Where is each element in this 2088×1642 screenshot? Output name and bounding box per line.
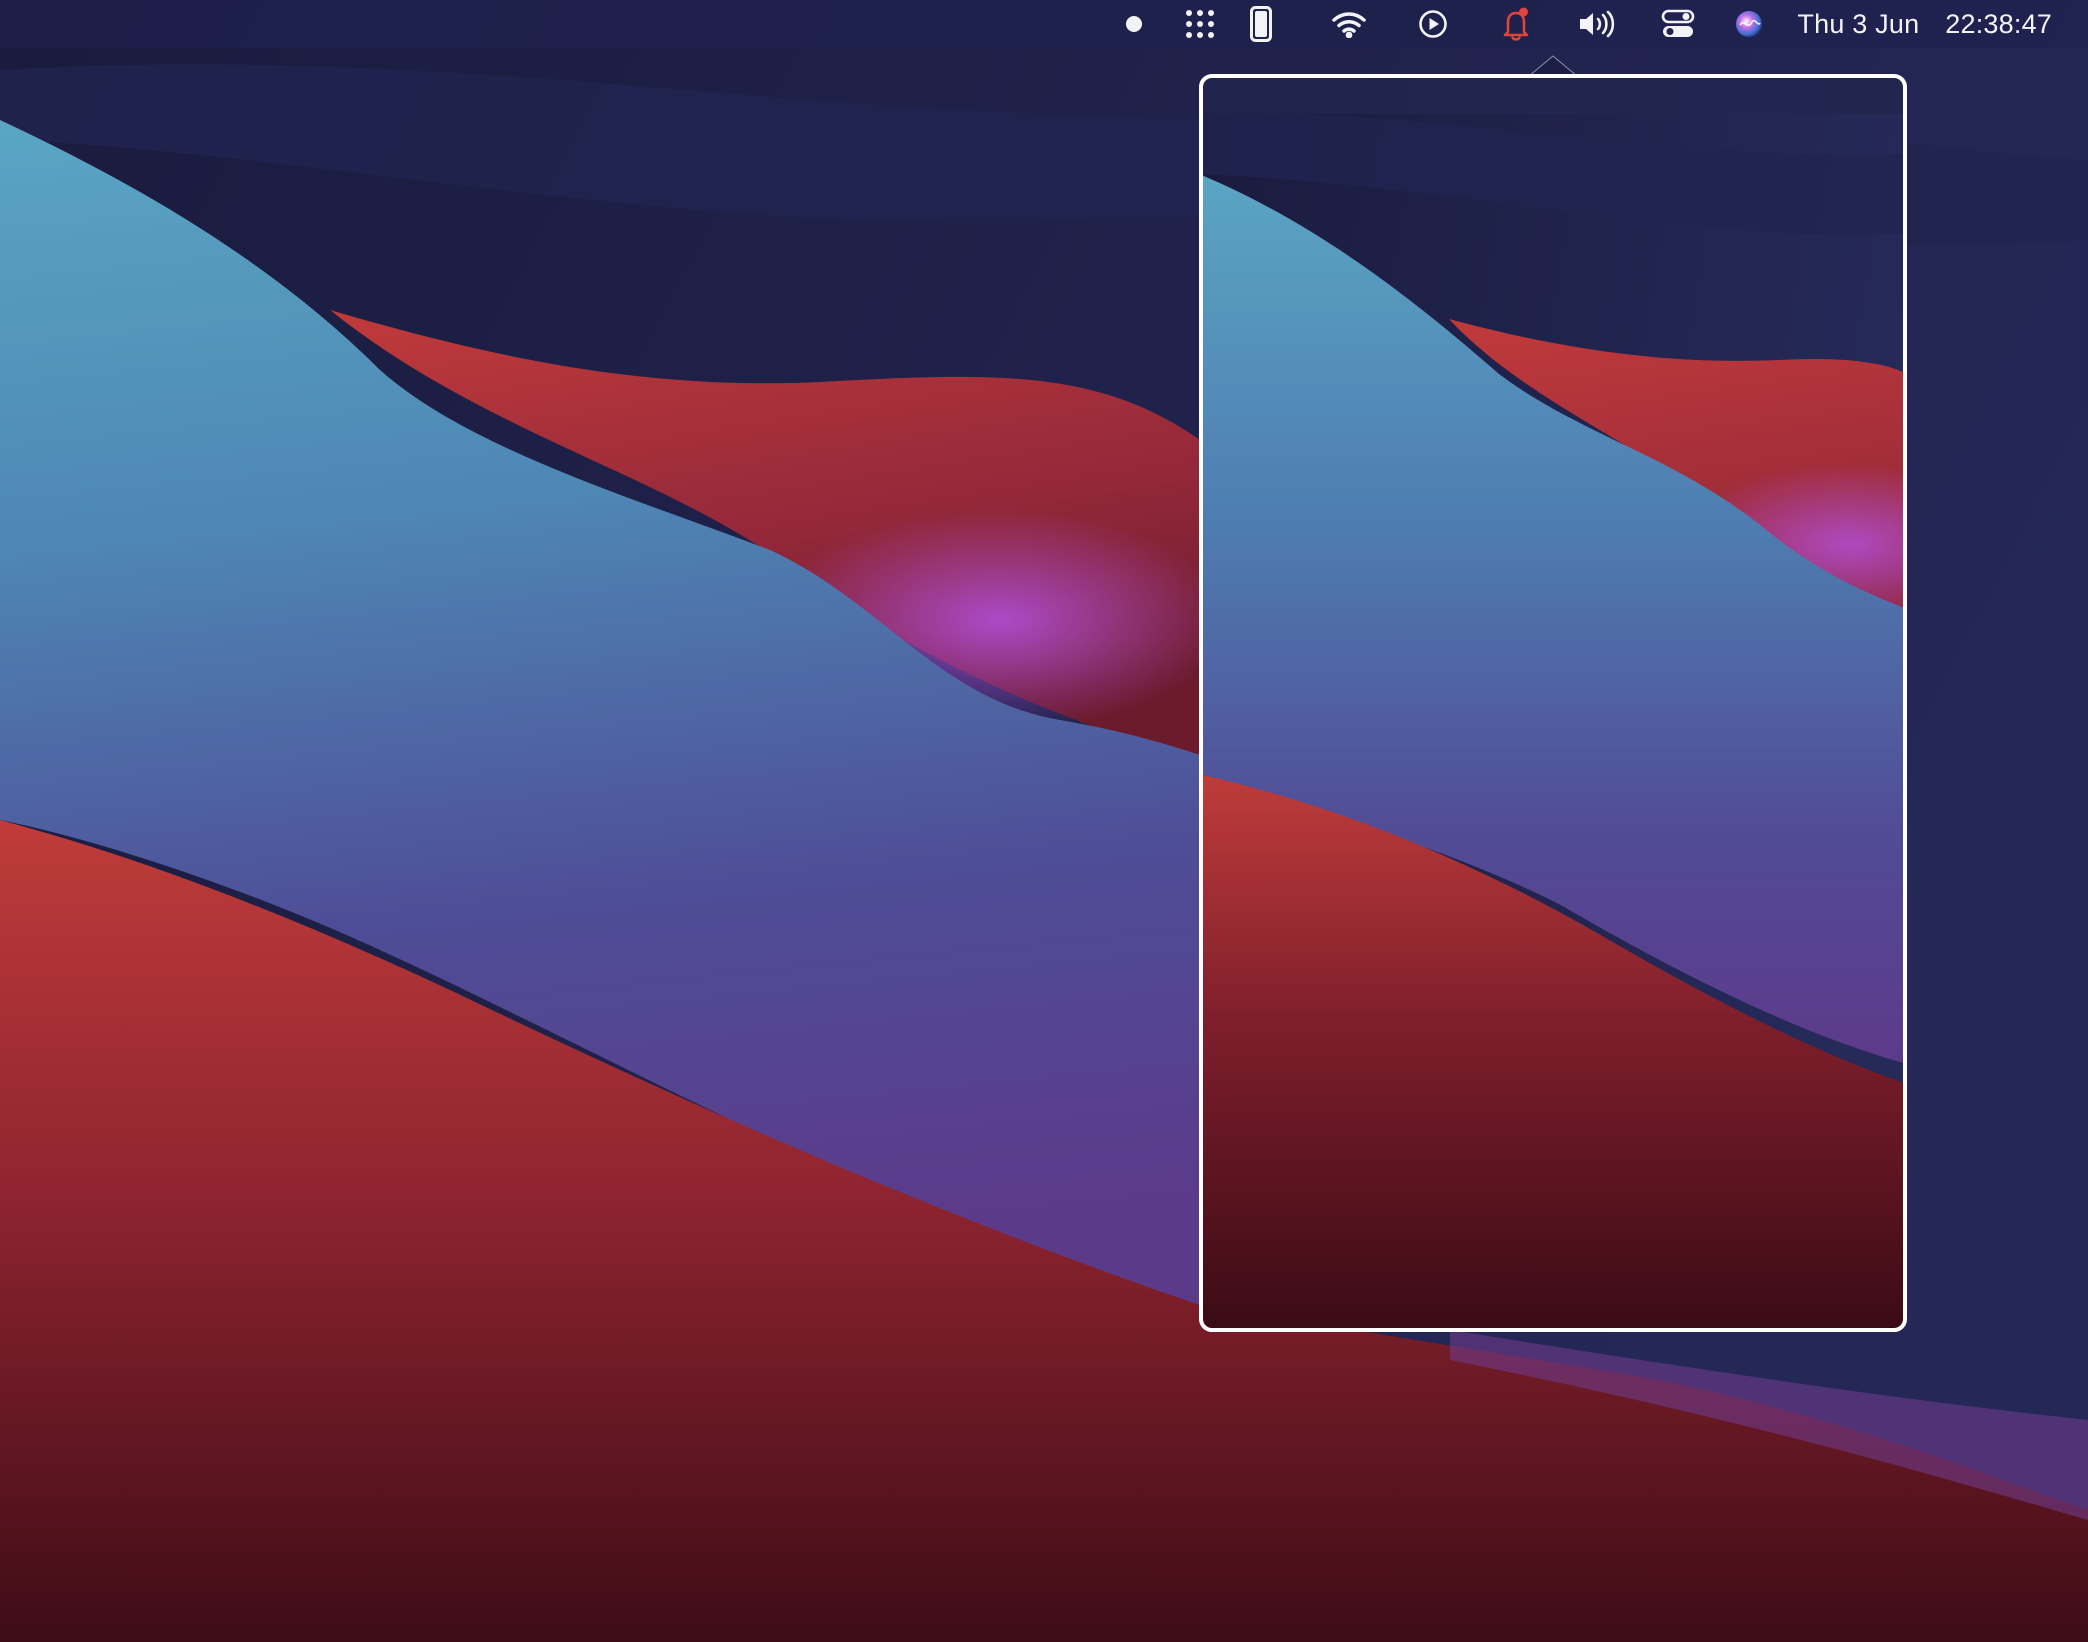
volume-icon[interactable] <box>1578 0 1618 48</box>
menu-bar: Thu 3 Jun 22:38:47 <box>0 0 2088 48</box>
date-text: Thu 3 Jun <box>1797 8 1920 39</box>
menu-bar-clock[interactable]: Thu 3 Jun 22:38:47 <box>1797 9 2052 40</box>
play-circle-icon[interactable] <box>1418 0 1448 48</box>
phone-icon[interactable] <box>1250 0 1273 48</box>
siri-icon[interactable] <box>1734 0 1764 48</box>
notification-center-panel[interactable] <box>1199 74 1907 1332</box>
wifi-icon[interactable] <box>1331 0 1367 48</box>
popover-arrow <box>1529 55 1577 76</box>
desktop: Thu 3 Jun 22:38:47 <box>0 0 2088 1642</box>
grid-dots-icon[interactable] <box>1183 0 1217 48</box>
record-dot-icon[interactable] <box>1124 0 1144 48</box>
time-text: 22:38:47 <box>1945 8 2052 39</box>
control-center-icon[interactable] <box>1661 0 1695 48</box>
notification-bell-icon[interactable] <box>1499 0 1533 48</box>
